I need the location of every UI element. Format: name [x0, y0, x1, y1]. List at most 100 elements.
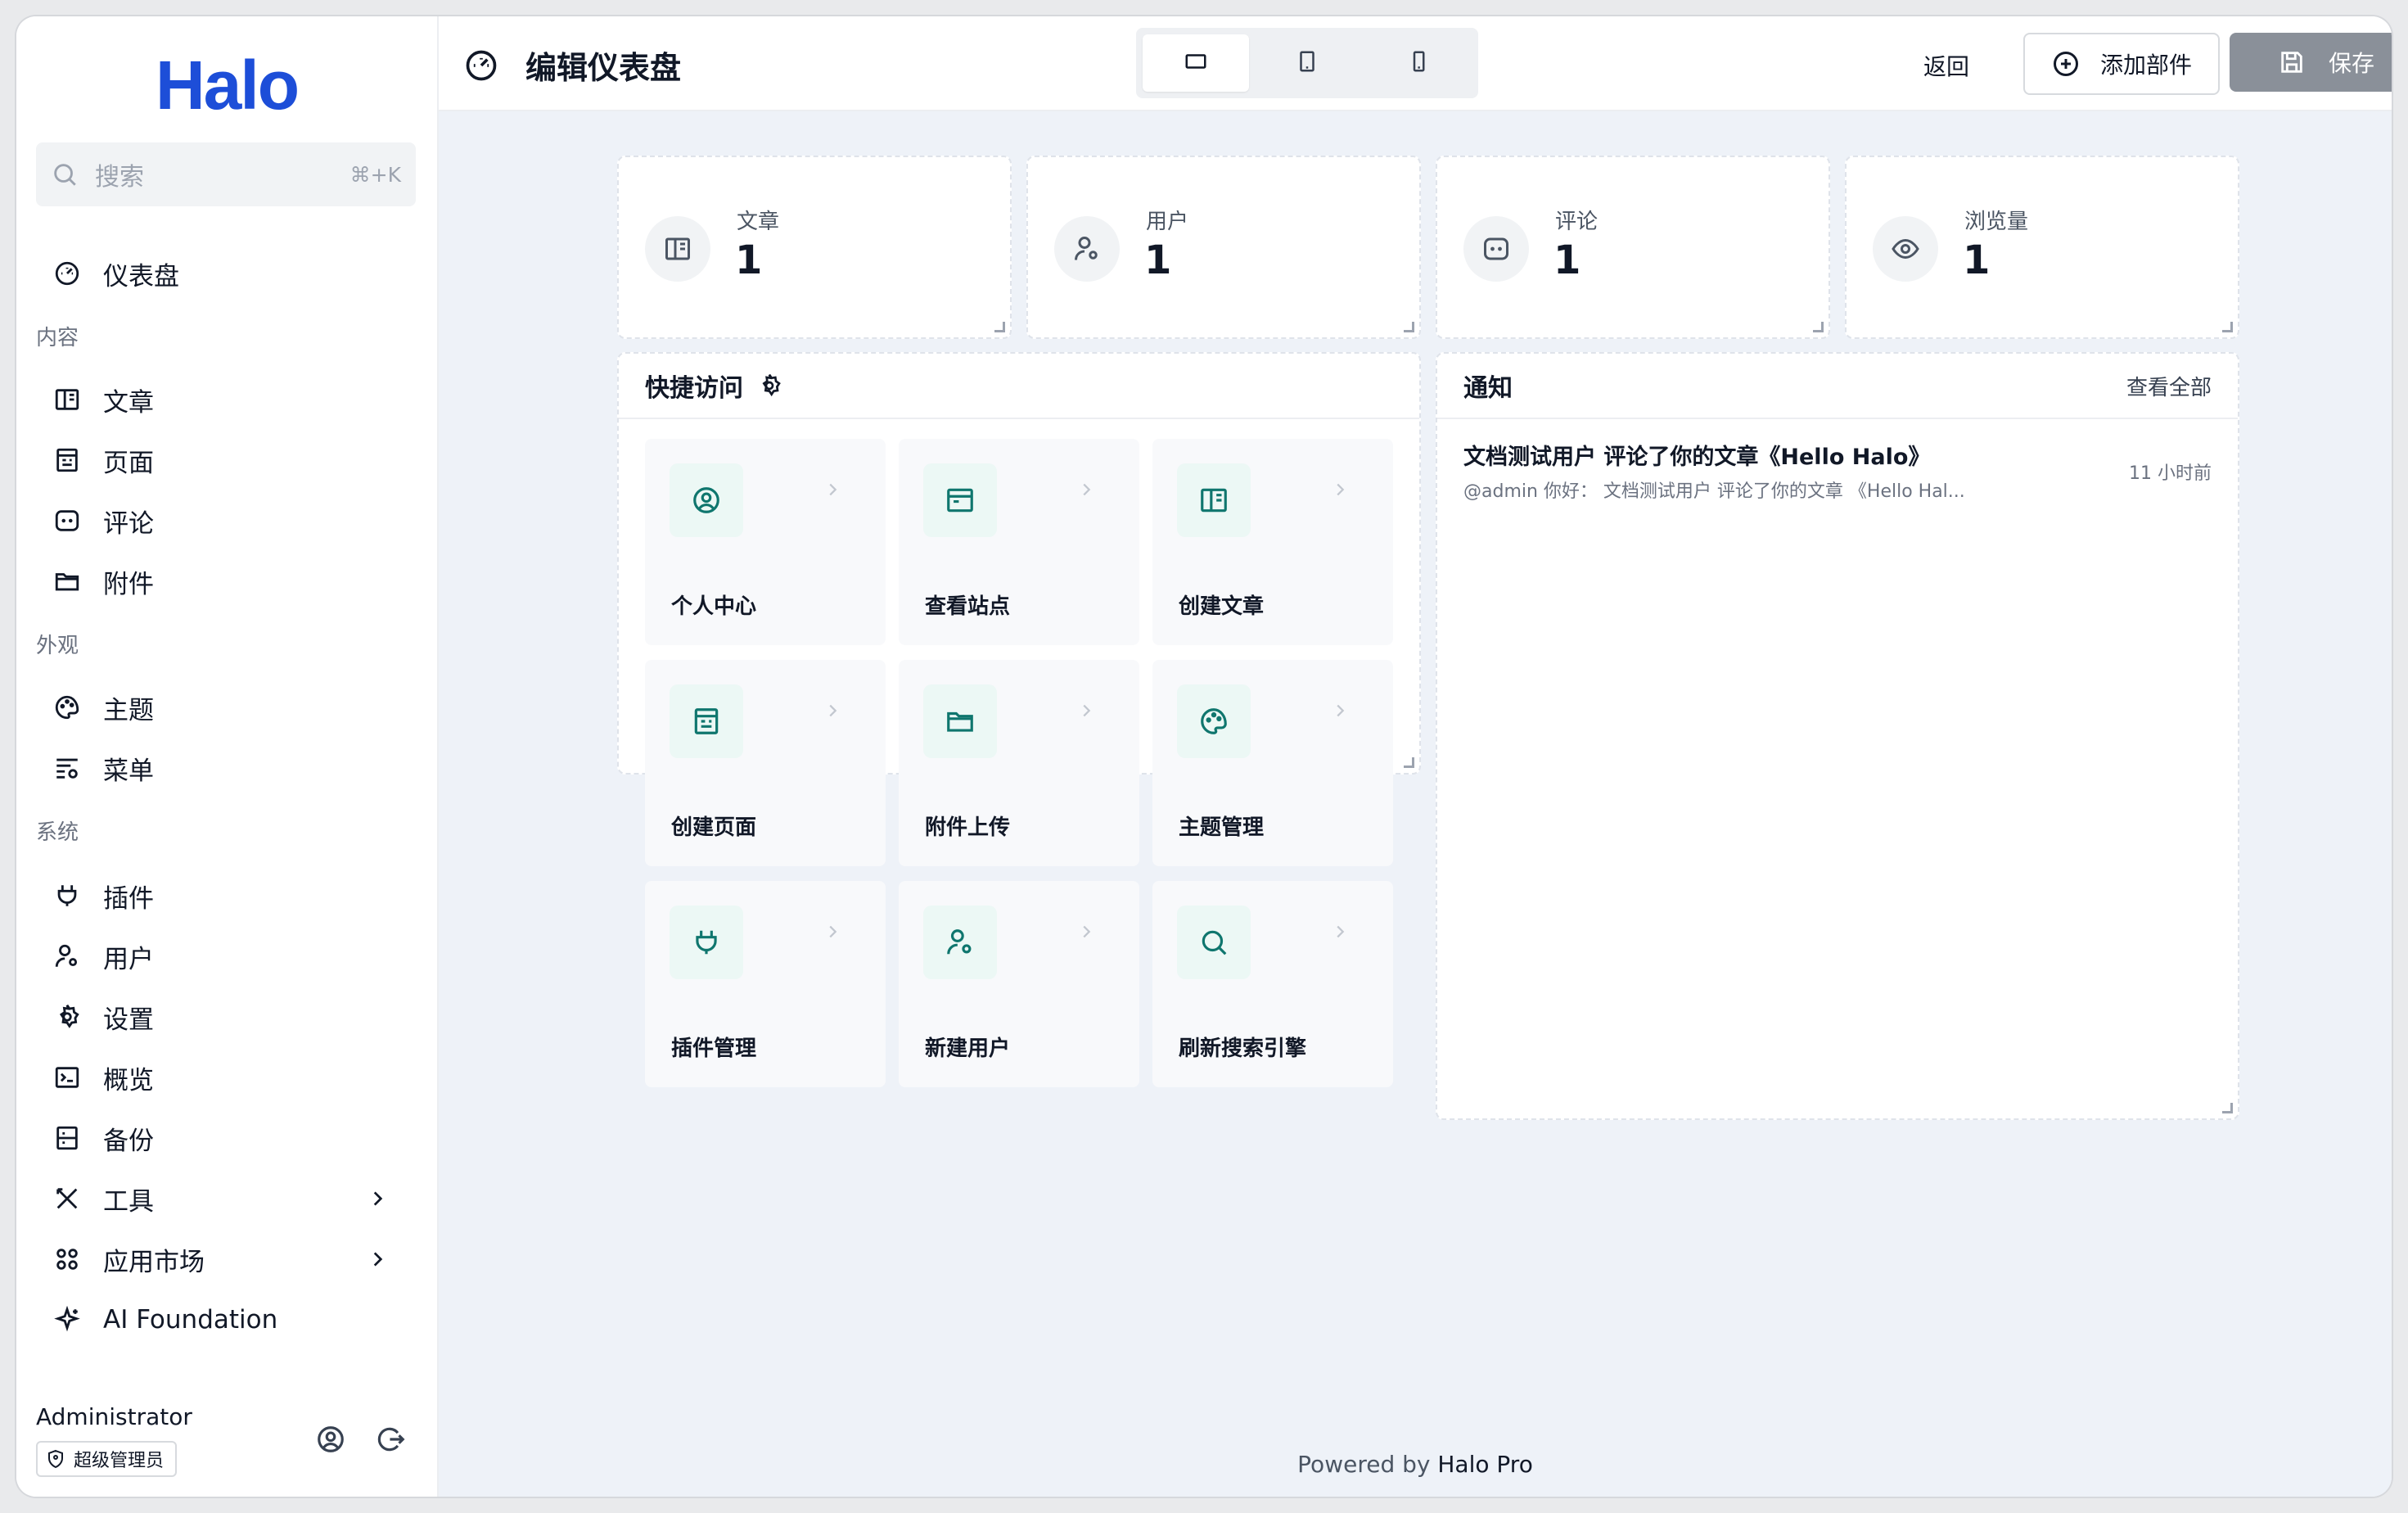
chevron-right-icon	[1077, 480, 1097, 499]
top-bar: 编辑仪表盘 返回 添加部件 保存	[439, 16, 2392, 111]
shield-icon	[46, 1448, 67, 1470]
stat-label: 评论	[1555, 210, 1599, 234]
palette-icon	[51, 691, 83, 724]
quick-access-tile-label: 附件上传	[925, 815, 1011, 840]
logout-button[interactable]	[373, 1423, 409, 1459]
folder-icon	[923, 684, 997, 758]
save-label: 保存	[2328, 50, 2374, 77]
device-desktop-button[interactable]	[1143, 34, 1249, 92]
device-mobile-button[interactable]	[1365, 34, 1472, 92]
quick-access-tile[interactable]: 插件管理	[645, 881, 886, 1087]
gear-icon[interactable]	[756, 371, 786, 400]
sidebar-item-tools[interactable]: 工具	[36, 1172, 416, 1225]
quick-access-tile[interactable]: 附件上传	[899, 660, 1139, 866]
add-widget-button[interactable]: 添加部件	[2023, 33, 2220, 95]
chevron-right-icon	[1331, 922, 1351, 942]
quick-access-tile-label: 新建用户	[925, 1037, 1011, 1061]
sidebar-item-users[interactable]: 用户	[36, 930, 416, 982]
stat-card-views[interactable]: 浏览量 1	[1845, 156, 2239, 339]
add-widget-label: 添加部件	[2099, 52, 2192, 79]
sidebar-item-label: 备份	[103, 1126, 154, 1156]
sidebar-item-label: 概览	[103, 1065, 154, 1095]
post-icon	[1177, 463, 1251, 537]
quick-access-tile-label: 刷新搜索引擎	[1179, 1037, 1307, 1061]
sidebar-item-plugins[interactable]: 插件	[36, 869, 416, 922]
sidebar-item-label: AI Foundation	[103, 1305, 278, 1335]
sidebar-item-dashboard[interactable]: 仪表盘	[36, 247, 416, 300]
quick-access-tile[interactable]: 个人中心	[645, 439, 886, 645]
stat-label: 文章	[737, 210, 780, 234]
user-settings-icon	[51, 940, 83, 973]
mobile-icon	[1406, 49, 1431, 77]
quick-access-header: 快捷访问	[619, 354, 1419, 419]
sidebar-item-posts[interactable]: 文章	[36, 373, 416, 426]
sidebar-item-comments[interactable]: 评论	[36, 495, 416, 547]
quick-access-tile[interactable]: 创建页面	[645, 660, 886, 866]
resize-handle[interactable]	[2222, 1103, 2233, 1113]
dashboard-canvas: 文章 1 用户 1 评论 1 浏览量 1 快捷访问 个人中心 查看站点 创建文章…	[439, 111, 2392, 1497]
sidebar-item-attachments[interactable]: 附件	[36, 555, 416, 607]
nav-group-content: 内容	[36, 326, 79, 350]
stat-card-posts[interactable]: 文章 1	[617, 156, 1012, 339]
comment-icon	[1463, 216, 1529, 282]
stat-card-comments[interactable]: 评论 1	[1436, 156, 1830, 339]
sidebar-item-label: 评论	[103, 508, 154, 539]
chevron-right-icon	[367, 1247, 391, 1271]
sidebar-item-backup[interactable]: 备份	[36, 1112, 416, 1164]
stat-label: 用户	[1146, 210, 1189, 234]
view-all-link[interactable]: 查看全部	[2126, 371, 2212, 401]
device-switcher	[1136, 28, 1478, 98]
quick-access-tile-label: 创建文章	[1179, 594, 1265, 619]
sidebar-item-overview[interactable]: 概览	[36, 1051, 416, 1104]
profile-button[interactable]	[313, 1423, 349, 1459]
search-icon	[51, 160, 80, 189]
resize-handle[interactable]	[994, 322, 1005, 332]
back-button[interactable]: 返回	[1923, 49, 1969, 82]
resize-handle[interactable]	[1404, 322, 1414, 332]
quick-access-tile[interactable]: 主题管理	[1152, 660, 1393, 866]
sidebar-item-settings[interactable]: 设置	[36, 991, 416, 1043]
sidebar-item-ai-foundation[interactable]: AI Foundation	[36, 1294, 416, 1346]
quick-access-tile[interactable]: 创建文章	[1152, 439, 1393, 645]
user-circle-icon	[670, 463, 743, 537]
resize-handle[interactable]	[1404, 757, 1414, 768]
sidebar-item-label: 菜单	[103, 756, 154, 786]
page-icon	[51, 444, 83, 476]
post-icon	[51, 383, 83, 416]
user-circle-icon	[315, 1424, 346, 1458]
quick-access-tile-label: 查看站点	[925, 594, 1011, 619]
stat-card-users[interactable]: 用户 1	[1026, 156, 1421, 339]
quick-access-tile[interactable]: 刷新搜索引擎	[1152, 881, 1393, 1087]
footer-brand-link[interactable]: Halo Pro	[1437, 1451, 1532, 1478]
sidebar-item-pages[interactable]: 页面	[36, 434, 416, 486]
save-button[interactable]: 保存	[2230, 33, 2392, 92]
dashboard-icon	[462, 46, 501, 85]
gear-icon	[51, 1000, 83, 1033]
sidebar-item-label: 附件	[103, 569, 154, 599]
chevron-right-icon	[1331, 480, 1351, 499]
post-icon	[645, 216, 710, 282]
search-placeholder: 搜索	[95, 163, 144, 192]
search-icon	[1177, 906, 1251, 979]
resize-handle[interactable]	[1813, 322, 1824, 332]
footer-prefix: Powered by	[1297, 1451, 1431, 1478]
sidebar-item-themes[interactable]: 主题	[36, 681, 416, 734]
nav-group-appearance: 外观	[36, 634, 79, 658]
chevron-right-icon	[367, 1186, 391, 1211]
quick-access-tile[interactable]: 查看站点	[899, 439, 1139, 645]
sidebar-item-label: 仪表盘	[103, 261, 179, 291]
chevron-right-icon	[823, 480, 843, 499]
footer: Powered by Halo Pro	[439, 1451, 2392, 1478]
resize-handle[interactable]	[2222, 322, 2233, 332]
sidebar-item-menus[interactable]: 菜单	[36, 742, 416, 794]
sidebar-item-app-market[interactable]: 应用市场	[36, 1233, 416, 1285]
logout-icon	[376, 1424, 407, 1458]
device-tablet-button[interactable]	[1254, 34, 1360, 92]
halo-logo[interactable]: Halo	[16, 46, 437, 125]
sidebar-item-label: 文章	[103, 387, 154, 418]
quick-access-tile[interactable]: 新建用户	[899, 881, 1139, 1087]
stat-value: 1	[1553, 237, 1581, 283]
search-input[interactable]: 搜索 ⌘+K	[36, 142, 416, 206]
role-badge: 超级管理员	[36, 1441, 178, 1477]
stat-value: 1	[735, 237, 763, 283]
